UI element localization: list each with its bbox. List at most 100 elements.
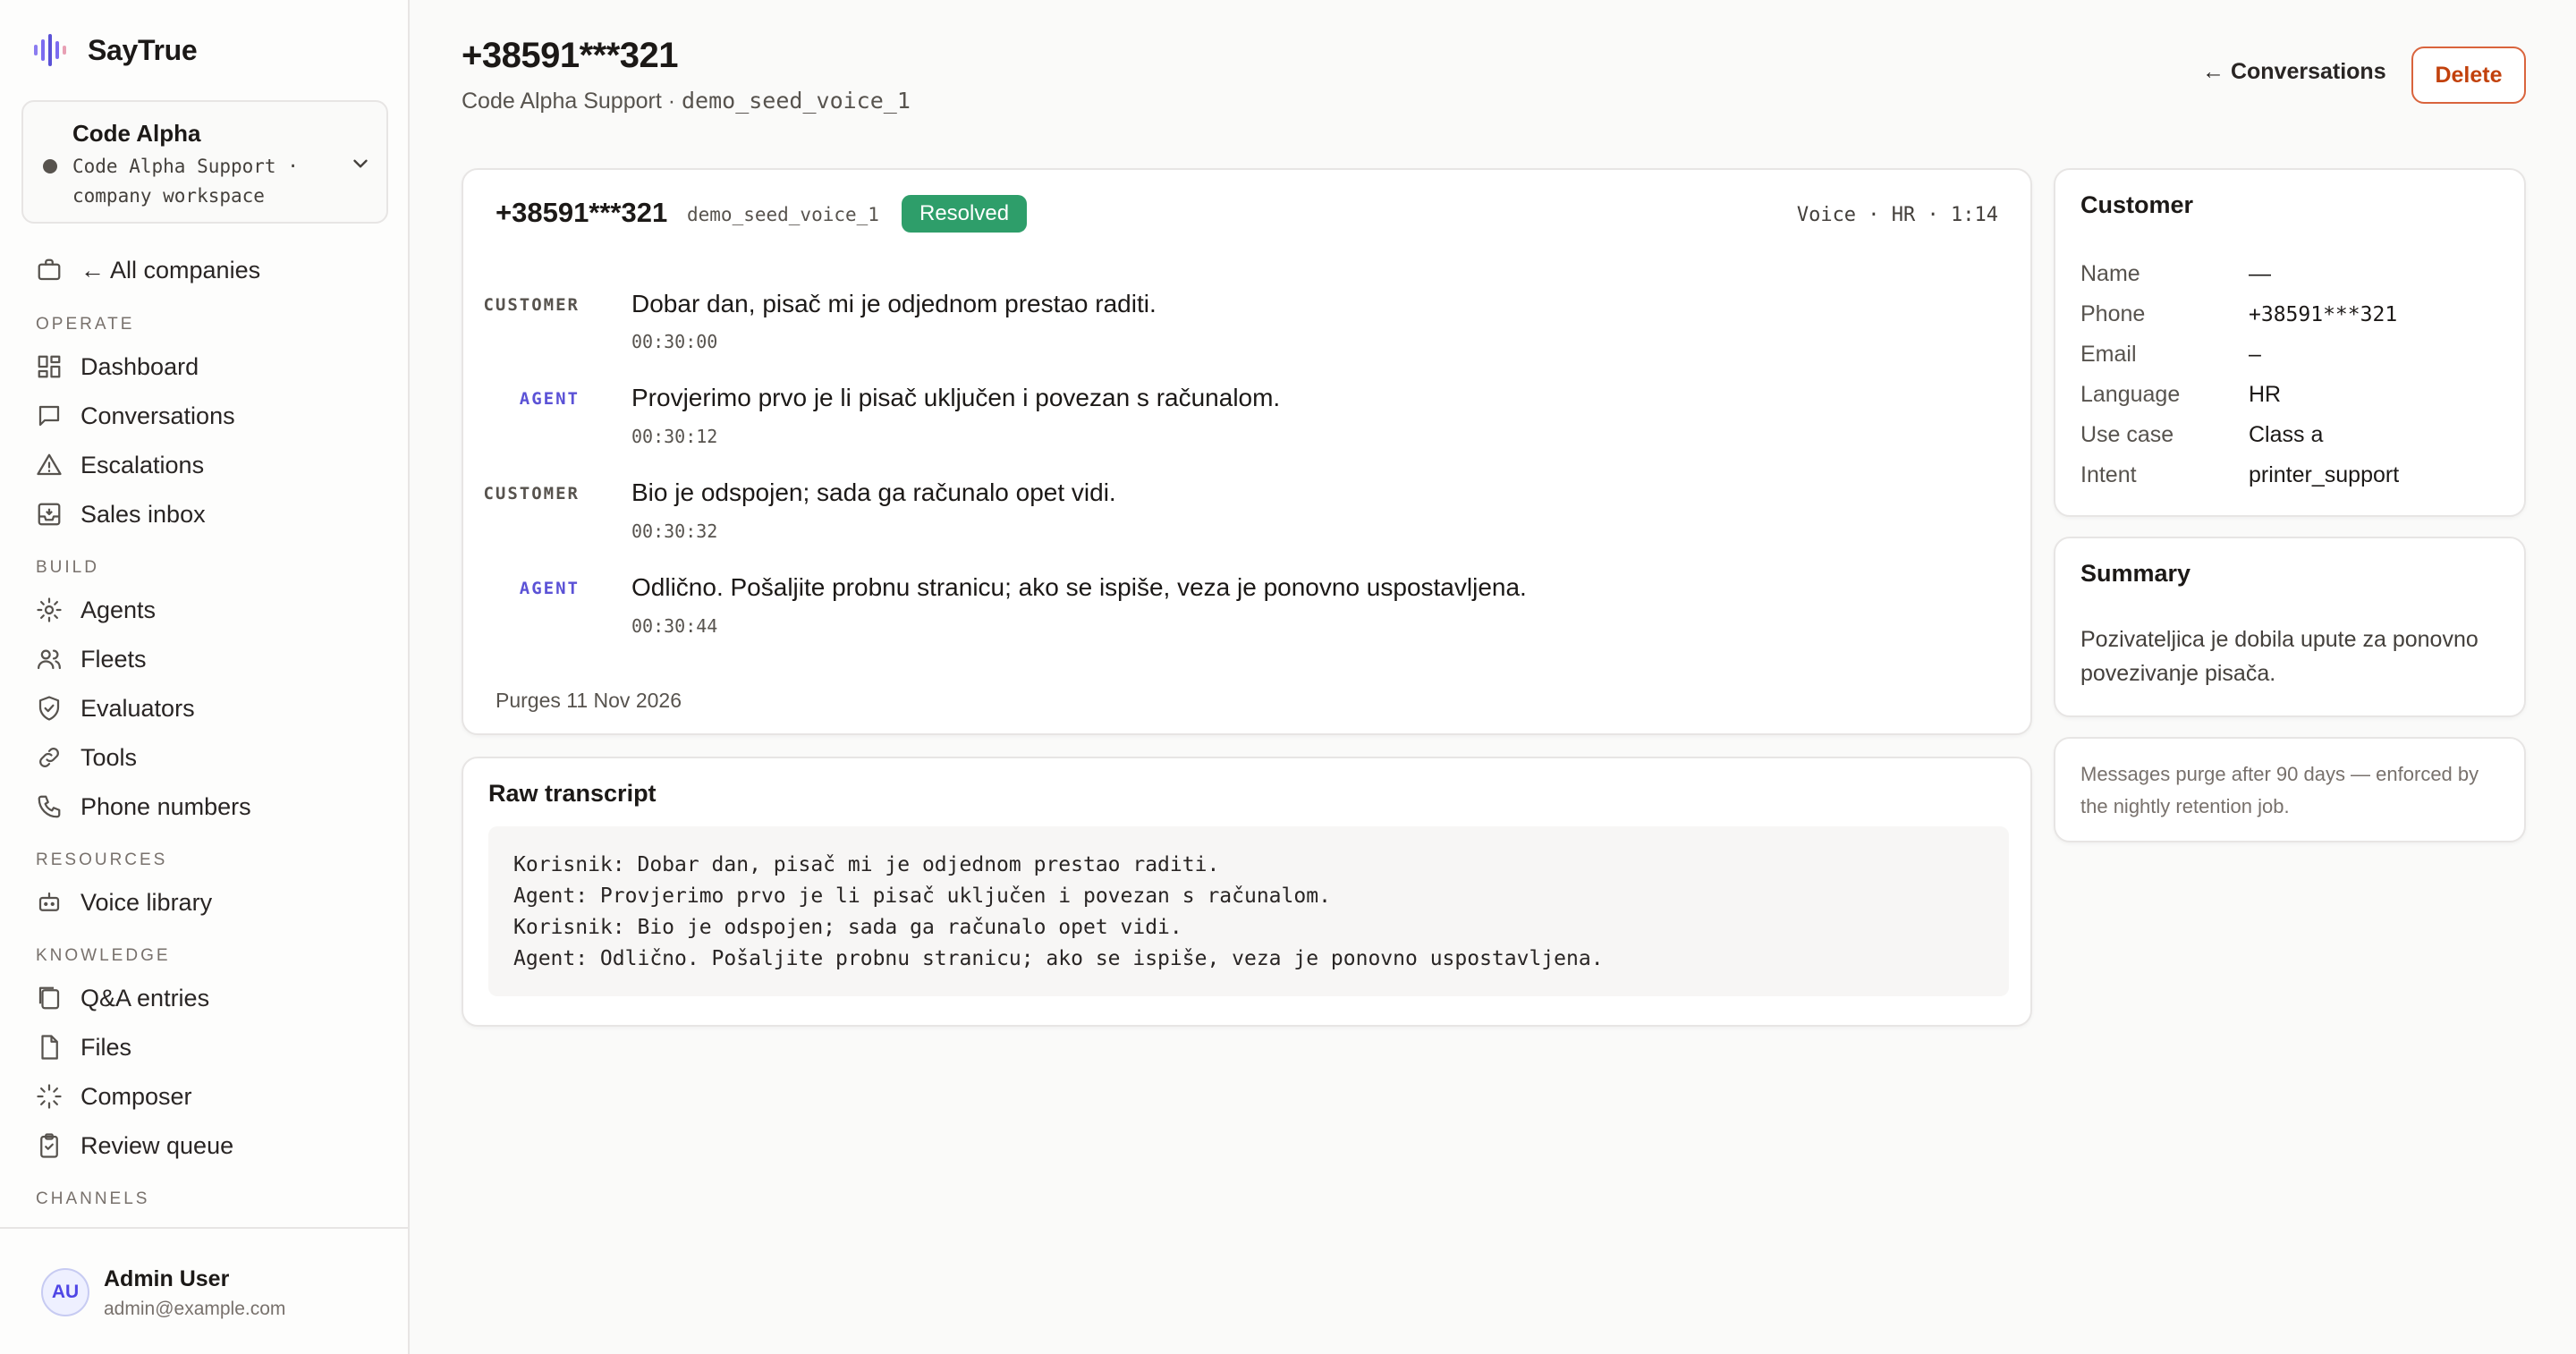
nav-evaluators[interactable]: Evaluators bbox=[36, 690, 195, 726]
avatar: AU bbox=[41, 1268, 89, 1316]
clipboard-check-icon bbox=[40, 1133, 58, 1158]
inbox-icon bbox=[38, 503, 61, 526]
file-icon bbox=[41, 1035, 58, 1060]
nav-escalations-label: Escalations bbox=[80, 451, 205, 478]
message-role: AGENT bbox=[519, 579, 580, 598]
message-time: 00:30:12 bbox=[631, 426, 718, 447]
summary-text: Pozivateljica je dobila upute za ponovno… bbox=[2080, 627, 2479, 686]
nav-conversations[interactable]: Conversations bbox=[36, 398, 235, 434]
user-email: admin@example.com bbox=[104, 1299, 286, 1319]
user-profile[interactable]: AU Admin User admin@example.com bbox=[0, 1227, 408, 1354]
field-label-email: Email bbox=[2080, 342, 2137, 367]
transcript-line: Korisnik: Bio je odspojen; sada ga račun… bbox=[513, 916, 1182, 939]
field-label-intent: Intent bbox=[2080, 462, 2137, 487]
nav-voice-library-label: Voice library bbox=[80, 888, 213, 916]
field-value-name: — bbox=[2249, 261, 2271, 286]
conversation-card: +38591***321 demo_seed_voice_1 Resolved … bbox=[462, 168, 2032, 735]
field-label-name: Name bbox=[2080, 261, 2140, 286]
raw-transcript-card: Raw transcript Korisnik: Dobar dan, pisa… bbox=[462, 757, 2032, 1027]
section-channels: CHANNELS bbox=[36, 1189, 150, 1208]
purge-date: Purges 11 Nov 2026 bbox=[496, 689, 682, 712]
summary-card: Summary Pozivateljica je dobila upute za… bbox=[2054, 537, 2526, 717]
section-operate: OPERATE bbox=[36, 315, 135, 334]
retention-note: Messages purge after 90 days — enforced … bbox=[2080, 763, 2479, 817]
page-title: +38591***321 bbox=[462, 36, 679, 75]
nav-all-companies[interactable]: ← All companies bbox=[36, 252, 260, 288]
nav-phone-numbers[interactable]: Phone numbers bbox=[36, 789, 251, 825]
nav-files[interactable]: Files bbox=[36, 1029, 131, 1065]
retention-note-card: Messages purge after 90 days — enforced … bbox=[2054, 737, 2526, 842]
nav-evaluators-label: Evaluators bbox=[80, 694, 195, 722]
nav-fleets-label: Fleets bbox=[80, 645, 147, 673]
customer-title: Customer bbox=[2080, 191, 2194, 218]
nav-qa-entries[interactable]: Q&A entries bbox=[36, 980, 209, 1016]
nav-sales-inbox[interactable]: Sales inbox bbox=[36, 496, 206, 532]
status-badge: Resolved bbox=[902, 195, 1028, 233]
section-build: BUILD bbox=[36, 558, 99, 577]
field-value-email: – bbox=[2249, 342, 2261, 367]
raw-transcript-box[interactable]: Korisnik: Dobar dan, pisač mi je odjedno… bbox=[488, 826, 2009, 996]
nav-composer-label: Composer bbox=[80, 1082, 192, 1110]
back-to-conversations-link[interactable]: ← Conversations bbox=[2202, 59, 2386, 85]
customer-card: Customer Name — Phone +38591***321 Email… bbox=[2054, 168, 2526, 517]
workspace-name: Code Alpha bbox=[72, 120, 201, 147]
transcript-line: Agent: Provjerimo prvo je li pisač uklju… bbox=[513, 884, 1331, 908]
nav-voice-library[interactable]: Voice library bbox=[36, 884, 212, 920]
robot-icon bbox=[38, 892, 60, 911]
chevron-down-icon bbox=[353, 159, 368, 168]
transcript-line: Agent: Odlično. Pošaljite probnu stranic… bbox=[513, 947, 1604, 970]
page-subtitle-id: demo_seed_voice_1 bbox=[682, 88, 911, 114]
page-subtitle: Code Alpha Support · demo_seed_voice_1 bbox=[462, 88, 911, 114]
field-label-use-case: Use case bbox=[2080, 422, 2174, 447]
raw-transcript-title: Raw transcript bbox=[488, 780, 657, 807]
field-value-language: HR bbox=[2249, 382, 2282, 407]
message-time: 00:30:32 bbox=[631, 520, 718, 542]
field-value-phone: +38591***321 bbox=[2249, 303, 2398, 326]
delete-button[interactable]: Delete bbox=[2411, 47, 2526, 104]
nav-dashboard[interactable]: Dashboard bbox=[36, 349, 199, 385]
nav-dashboard-label: Dashboard bbox=[80, 352, 199, 380]
message-role: AGENT bbox=[519, 389, 580, 409]
link-icon bbox=[39, 748, 59, 767]
message-text: Odlično. Pošaljite probnu stranicu; ako … bbox=[631, 573, 1527, 601]
message-text: Bio je odspojen; sada ga računalo opet v… bbox=[631, 478, 1116, 506]
nav-tools-label: Tools bbox=[80, 743, 138, 771]
transcript-line: Korisnik: Dobar dan, pisač mi je odjedno… bbox=[513, 853, 1220, 876]
section-knowledge: KNOWLEDGE bbox=[36, 946, 171, 965]
gear-icon bbox=[37, 597, 62, 622]
user-name: Admin User bbox=[104, 1266, 230, 1291]
nav-agents[interactable]: Agents bbox=[36, 592, 156, 628]
loader-icon bbox=[37, 1084, 62, 1109]
field-label-phone: Phone bbox=[2080, 301, 2146, 326]
message-time: 00:30:44 bbox=[631, 615, 718, 637]
users-icon bbox=[38, 649, 61, 670]
shield-check-icon bbox=[38, 696, 60, 721]
workspace-switcher[interactable]: Code Alpha Code Alpha Support · company … bbox=[21, 100, 388, 224]
message-text: Provjerimo prvo je li pisač uključen i p… bbox=[631, 384, 1281, 411]
message-role: CUSTOMER bbox=[483, 484, 580, 504]
briefcase-icon bbox=[38, 258, 61, 281]
nav-phone-numbers-label: Phone numbers bbox=[80, 792, 251, 820]
nav-tools[interactable]: Tools bbox=[36, 740, 137, 775]
chat-bubble-icon bbox=[38, 405, 60, 427]
phone-icon bbox=[38, 795, 61, 818]
message-role: CUSTOMER bbox=[483, 295, 580, 315]
sidebar: SayTrue Code Alpha Code Alpha Support · … bbox=[0, 0, 410, 1354]
nav-agents-label: Agents bbox=[80, 596, 157, 623]
conversation-meta: Voice · HR · 1:14 bbox=[1796, 204, 1998, 226]
nav-qa-entries-label: Q&A entries bbox=[80, 984, 210, 1011]
workspace-subtitle: Code Alpha Support · company workspace bbox=[72, 156, 299, 207]
dashboard-icon bbox=[38, 355, 61, 378]
field-value-use-case: Class a bbox=[2249, 422, 2324, 447]
nav-sales-inbox-label: Sales inbox bbox=[80, 500, 206, 528]
conversation-id: demo_seed_voice_1 bbox=[687, 204, 879, 225]
brand[interactable]: SayTrue bbox=[34, 32, 198, 68]
nav-fleets[interactable]: Fleets bbox=[36, 641, 147, 677]
nav-review-queue[interactable]: Review queue bbox=[36, 1128, 233, 1164]
warning-triangle-icon bbox=[37, 453, 62, 476]
workspace-status-dot bbox=[43, 159, 57, 173]
nav-composer[interactable]: Composer bbox=[36, 1079, 192, 1114]
waveform-logo-icon bbox=[34, 34, 66, 66]
nav-files-label: Files bbox=[80, 1033, 132, 1061]
nav-escalations[interactable]: Escalations bbox=[36, 447, 204, 483]
